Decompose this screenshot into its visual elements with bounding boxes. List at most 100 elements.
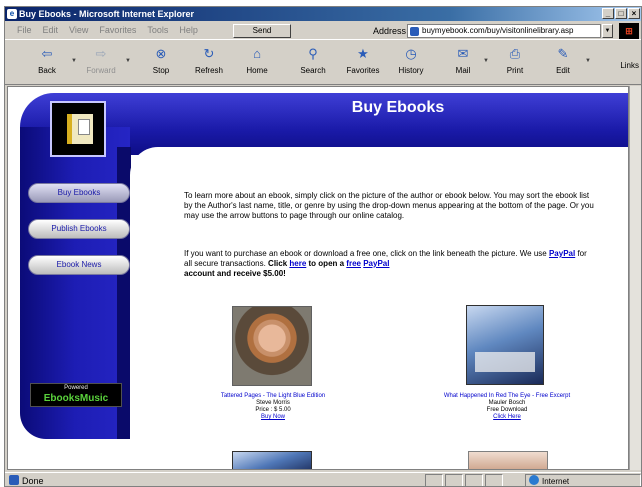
- history-button[interactable]: ◷ History: [389, 43, 433, 83]
- purchase-text-4: to open a: [306, 259, 347, 268]
- site-logo-book-icon[interactable]: [50, 101, 106, 157]
- menu-edit[interactable]: Edit: [43, 25, 59, 35]
- author-photo[interactable]: [468, 451, 548, 469]
- links-label[interactable]: Links: [620, 61, 639, 70]
- back-arrow-icon: ⇦: [41, 46, 53, 61]
- stop-button[interactable]: ⊗ Stop: [139, 43, 183, 83]
- click-here-link[interactable]: Click Here: [412, 414, 602, 421]
- forward-button[interactable]: ⇨ Forward: [79, 43, 123, 83]
- search-button[interactable]: ⚲ Search: [291, 43, 335, 83]
- refresh-button[interactable]: ↻ Refresh: [187, 43, 231, 83]
- free-link[interactable]: free: [346, 259, 361, 268]
- paypal-account-link[interactable]: PayPal: [363, 259, 389, 268]
- nav-publish-ebooks[interactable]: Publish Ebooks: [28, 219, 130, 239]
- menu-help[interactable]: Help: [179, 25, 198, 35]
- address-dropdown-icon[interactable]: ▼: [602, 24, 613, 38]
- window-title: Buy Ebooks - Microsoft Internet Explorer: [19, 9, 195, 19]
- address-label: Address: [373, 26, 407, 36]
- history-label: History: [398, 66, 424, 75]
- favorites-button[interactable]: ★ Favorites: [341, 43, 385, 83]
- book-author: Mauler Bosch: [488, 400, 526, 406]
- book-title[interactable]: Tattered Pages - The Light Blue Edition: [178, 393, 368, 400]
- refresh-label: Refresh: [194, 66, 223, 75]
- powered-brand: EbooksMusic: [43, 393, 109, 404]
- minimize-button[interactable]: _: [602, 8, 614, 19]
- page-icon: [410, 27, 419, 36]
- print-icon: ⎙: [509, 46, 521, 61]
- menu-file[interactable]: File: [17, 25, 32, 35]
- purchase-text-1: If you want to purchase an ebook or down…: [184, 249, 549, 258]
- home-label: Home: [246, 66, 268, 75]
- forward-label: Forward: [86, 66, 116, 75]
- purchase-text-3: Click: [268, 259, 290, 268]
- stop-icon: ⊗: [155, 46, 167, 61]
- menu-tools[interactable]: Tools: [147, 25, 168, 35]
- edit-dropdown-icon[interactable]: ▼: [585, 58, 591, 64]
- author-photo[interactable]: [232, 306, 312, 386]
- back-button[interactable]: ⇦ Back: [25, 43, 69, 83]
- mail-dropdown-icon[interactable]: ▼: [483, 58, 489, 64]
- status-text: Done: [9, 475, 44, 486]
- vertical-scrollbar[interactable]: [629, 86, 641, 470]
- stop-label: Stop: [152, 66, 170, 75]
- ebook-cover[interactable]: [466, 305, 544, 385]
- book-price: Free Download: [486, 407, 528, 413]
- nav-buy-ebooks[interactable]: Buy Ebooks: [28, 183, 130, 203]
- refresh-icon: ↻: [203, 46, 215, 61]
- send-button[interactable]: Send: [233, 24, 291, 38]
- intro-paragraph: To learn more about an ebook, simply cli…: [184, 191, 594, 220]
- search-label: Search: [300, 66, 326, 75]
- buy-now-link[interactable]: Buy Now: [178, 414, 368, 421]
- powered-label: Powered: [64, 385, 88, 391]
- edit-icon: ✎: [557, 46, 569, 61]
- book-info-1: Tattered Pages - The Light Blue Edition …: [178, 393, 368, 421]
- close-button[interactable]: ×: [628, 8, 640, 19]
- book-price: Price : $ 5.00: [255, 407, 291, 413]
- page-title: Buy Ebooks: [351, 99, 445, 116]
- forward-dropdown-icon[interactable]: ▼: [125, 58, 131, 64]
- browser-window: e Buy Ebooks - Microsoft Internet Explor…: [4, 6, 642, 487]
- internet-explorer-icon: e: [7, 9, 17, 19]
- mail-button[interactable]: ✉ Mail: [441, 43, 485, 83]
- status-cell: [445, 474, 463, 486]
- print-button[interactable]: ⎙ Print: [493, 43, 537, 83]
- mail-label: Mail: [455, 66, 471, 75]
- back-dropdown-icon[interactable]: ▼: [71, 58, 77, 64]
- book-author: Steve Morris: [256, 400, 290, 406]
- back-label: Back: [38, 66, 56, 75]
- ebook-cover[interactable]: [232, 451, 312, 469]
- favorites-label: Favorites: [346, 66, 380, 75]
- windows-logo-icon: ⊞: [619, 23, 639, 39]
- book-title[interactable]: What Happened In Red The Eye - Free Exce…: [412, 393, 602, 400]
- status-message: Done: [22, 476, 44, 486]
- status-cell: [425, 474, 443, 486]
- mail-icon: ✉: [457, 46, 469, 61]
- address-url: buymyebook.com/buy/visitonlinelibrary.as…: [422, 26, 574, 35]
- edit-button[interactable]: ✎ Edit: [541, 43, 585, 83]
- edit-label: Edit: [556, 66, 570, 75]
- home-button[interactable]: ⌂ Home: [235, 43, 279, 83]
- nav-ebook-news[interactable]: Ebook News: [28, 255, 130, 275]
- standard-toolbar: ⇦ Back ▼ ⇨ Forward ▼ ⊗ Stop ↻ Refresh ⌂ …: [5, 41, 641, 85]
- purchase-text-5: account and receive $5.00!: [184, 269, 286, 278]
- here-link[interactable]: here: [289, 259, 306, 268]
- purchase-paragraph: If you want to purchase an ebook or down…: [184, 249, 596, 279]
- status-cell: [485, 474, 503, 486]
- status-cell: [465, 474, 483, 486]
- history-icon: ◷: [405, 46, 417, 61]
- paypal-link[interactable]: PayPal: [549, 249, 575, 258]
- print-label: Print: [506, 66, 524, 75]
- status-bar: Done Internet: [5, 472, 641, 486]
- powered-by-badge[interactable]: Powered EbooksMusic: [30, 383, 122, 407]
- menu-favorites[interactable]: Favorites: [99, 25, 136, 35]
- address-input[interactable]: buymyebook.com/buy/visitonlinelibrary.as…: [407, 24, 601, 38]
- zone-label: Internet: [542, 477, 570, 486]
- forward-arrow-icon: ⇨: [95, 46, 107, 61]
- globe-icon: [529, 475, 539, 485]
- page-viewport: Buy Ebooks Buy Ebooks Publish Ebooks Ebo…: [7, 86, 629, 470]
- menu-view[interactable]: View: [69, 25, 88, 35]
- book-info-2: What Happened In Red The Eye - Free Exce…: [412, 393, 602, 421]
- search-icon: ⚲: [308, 46, 318, 61]
- title-bar: e Buy Ebooks - Microsoft Internet Explor…: [5, 7, 641, 21]
- maximize-button[interactable]: □: [615, 8, 627, 19]
